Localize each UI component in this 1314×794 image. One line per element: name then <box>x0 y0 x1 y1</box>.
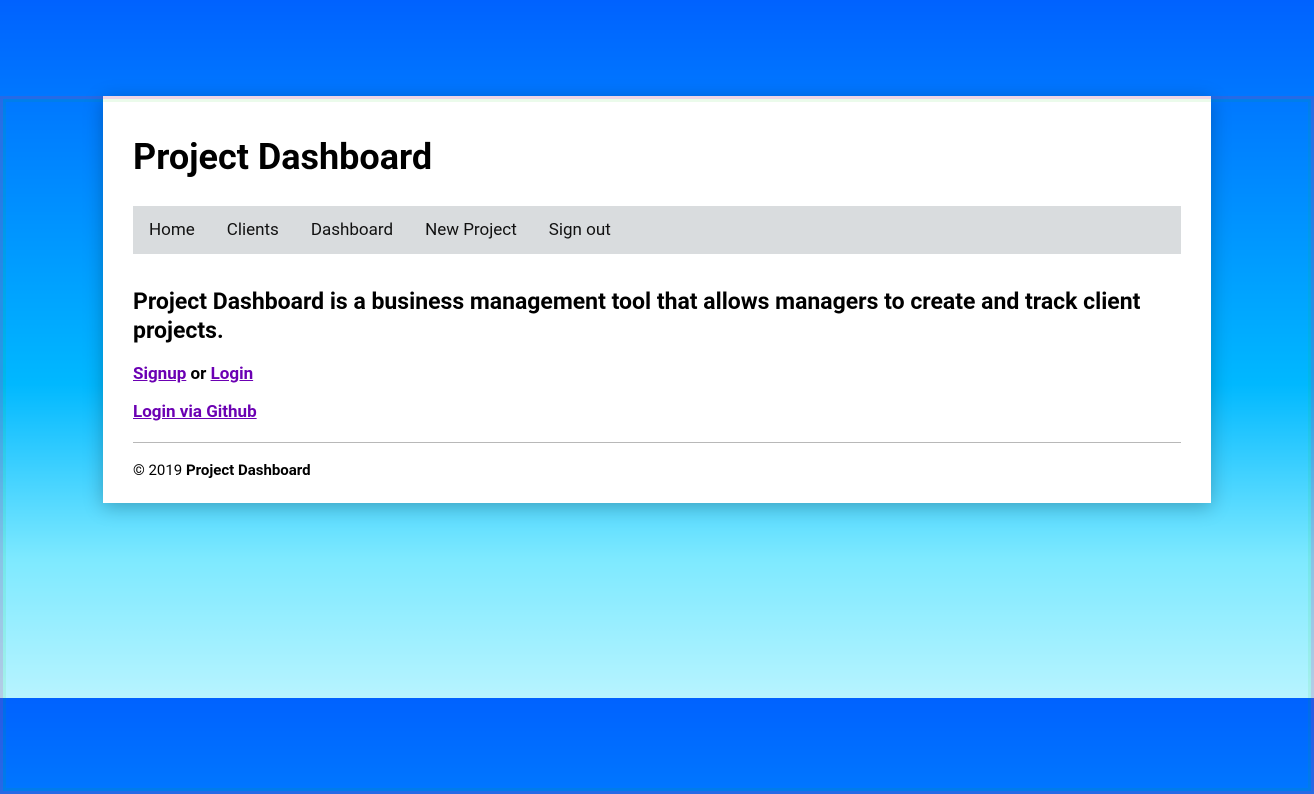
nav-sign-out[interactable]: Sign out <box>533 206 627 254</box>
signup-link[interactable]: Signup <box>133 364 186 384</box>
lead-text: Project Dashboard is a business manageme… <box>133 288 1181 346</box>
nav-home[interactable]: Home <box>133 206 211 254</box>
login-link[interactable]: Login <box>211 364 254 384</box>
main-card: Project Dashboard Home Clients Dashboard… <box>103 96 1211 503</box>
footer-brand: Project Dashboard <box>186 461 311 479</box>
nav-new-project[interactable]: New Project <box>409 206 533 254</box>
nav-dashboard[interactable]: Dashboard <box>295 206 409 254</box>
login-github-link[interactable]: Login via Github <box>133 402 257 422</box>
main-nav: Home Clients Dashboard New Project Sign … <box>133 206 1181 254</box>
github-line: Login via Github <box>133 402 1181 422</box>
page-title: Project Dashboard <box>133 136 1181 178</box>
copyright-prefix: © 2019 <box>133 461 186 479</box>
nav-clients[interactable]: Clients <box>211 206 295 254</box>
footer: © 2019 Project Dashboard <box>133 461 1181 479</box>
auth-line: Signup or Login <box>133 364 1181 384</box>
divider <box>133 442 1181 443</box>
or-text: or <box>186 364 210 384</box>
